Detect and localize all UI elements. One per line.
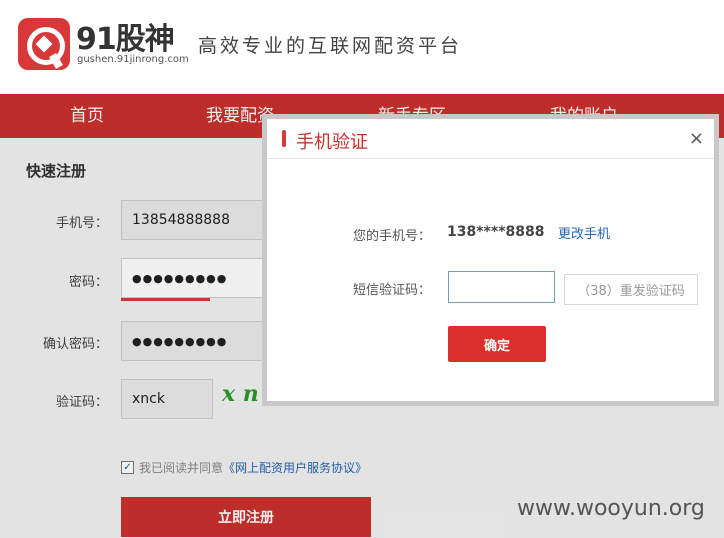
resend-code-button[interactable]: （38）重发验证码: [564, 274, 698, 305]
site-header: 91股神 gushen.91jinrong.com 高效专业的互联网配资平台: [0, 0, 724, 94]
modal-title: 手机验证: [296, 132, 368, 153]
modal-header: 手机验证 ×: [267, 119, 714, 159]
watermark: www.wooyun.org: [517, 496, 705, 521]
sms-code-input[interactable]: [448, 271, 555, 303]
confirm-button[interactable]: 确定: [448, 326, 546, 362]
modal-phone-value: 138****8888: [447, 224, 545, 240]
slogan: 高效专业的互联网配资平台: [198, 35, 463, 57]
sms-code-label: 短信验证码：: [353, 283, 432, 298]
close-icon[interactable]: ×: [689, 128, 704, 149]
logo-icon[interactable]: [18, 18, 70, 70]
modal-phone-label: 您的手机号：: [353, 229, 432, 244]
modal-title-marker: [282, 130, 286, 147]
phone-verify-modal: 手机验证 × 您的手机号： 138****8888 更改手机 短信验证码： （3…: [262, 114, 719, 406]
change-phone-link[interactable]: 更改手机: [558, 223, 610, 242]
brand-url: gushen.91jinrong.com: [77, 54, 189, 65]
brand-name[interactable]: 91股神: [76, 14, 175, 58]
